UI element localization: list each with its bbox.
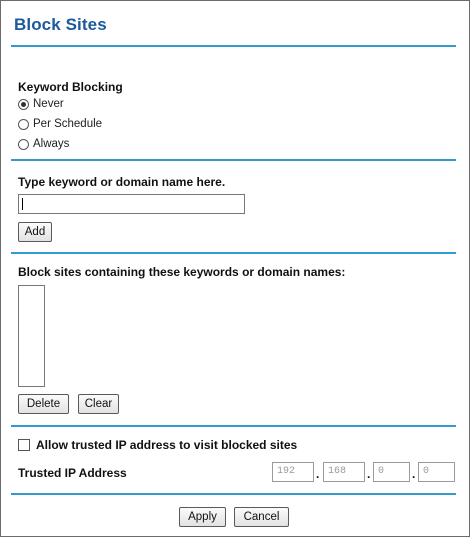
blocked-sites-list[interactable] [18,285,45,387]
ip-separator: . [316,467,320,481]
radio-always-label: Always [33,138,70,150]
keyword-input[interactable] [18,194,245,214]
apply-button[interactable]: Apply [179,507,226,527]
radio-per-schedule-button[interactable] [18,118,29,130]
radio-never-label: Never [33,98,64,110]
keyword-blocking-heading: Keyword Blocking [18,80,123,94]
divider [11,252,456,254]
ip-separator: . [412,467,416,481]
ip-separator: . [367,467,371,481]
trusted-ip-octet-4[interactable]: 0 [418,462,455,482]
cancel-button[interactable]: Cancel [234,507,289,527]
block-sites-panel: Block Sites Keyword Blocking Never Per S… [0,0,470,537]
radio-never[interactable]: Never [18,96,64,112]
divider [11,45,456,47]
trusted-ip-label: Trusted IP Address [18,466,127,480]
divider [11,159,456,161]
allow-trusted-ip-label: Allow trusted IP address to visit blocke… [36,438,298,452]
trusted-ip-octet-3[interactable]: 0 [373,462,410,482]
add-button[interactable]: Add [18,222,52,242]
blocklist-heading: Block sites containing these keywords or… [18,265,346,279]
trusted-ip-octet-2[interactable]: 168 [323,462,365,482]
clear-button[interactable]: Clear [78,394,119,414]
delete-button[interactable]: Delete [18,394,69,414]
allow-trusted-ip-checkbox[interactable] [18,439,30,451]
divider [11,425,456,427]
radio-per-schedule[interactable]: Per Schedule [18,116,102,132]
radio-always-button[interactable] [18,138,29,150]
divider [11,493,456,495]
page-title: Block Sites [14,15,107,34]
radio-always[interactable]: Always [18,136,69,152]
radio-never-button[interactable] [18,98,29,110]
radio-per-schedule-label: Per Schedule [33,118,103,130]
trusted-ip-octet-1[interactable]: 192 [272,462,314,482]
keyword-entry-label: Type keyword or domain name here. [18,175,226,189]
